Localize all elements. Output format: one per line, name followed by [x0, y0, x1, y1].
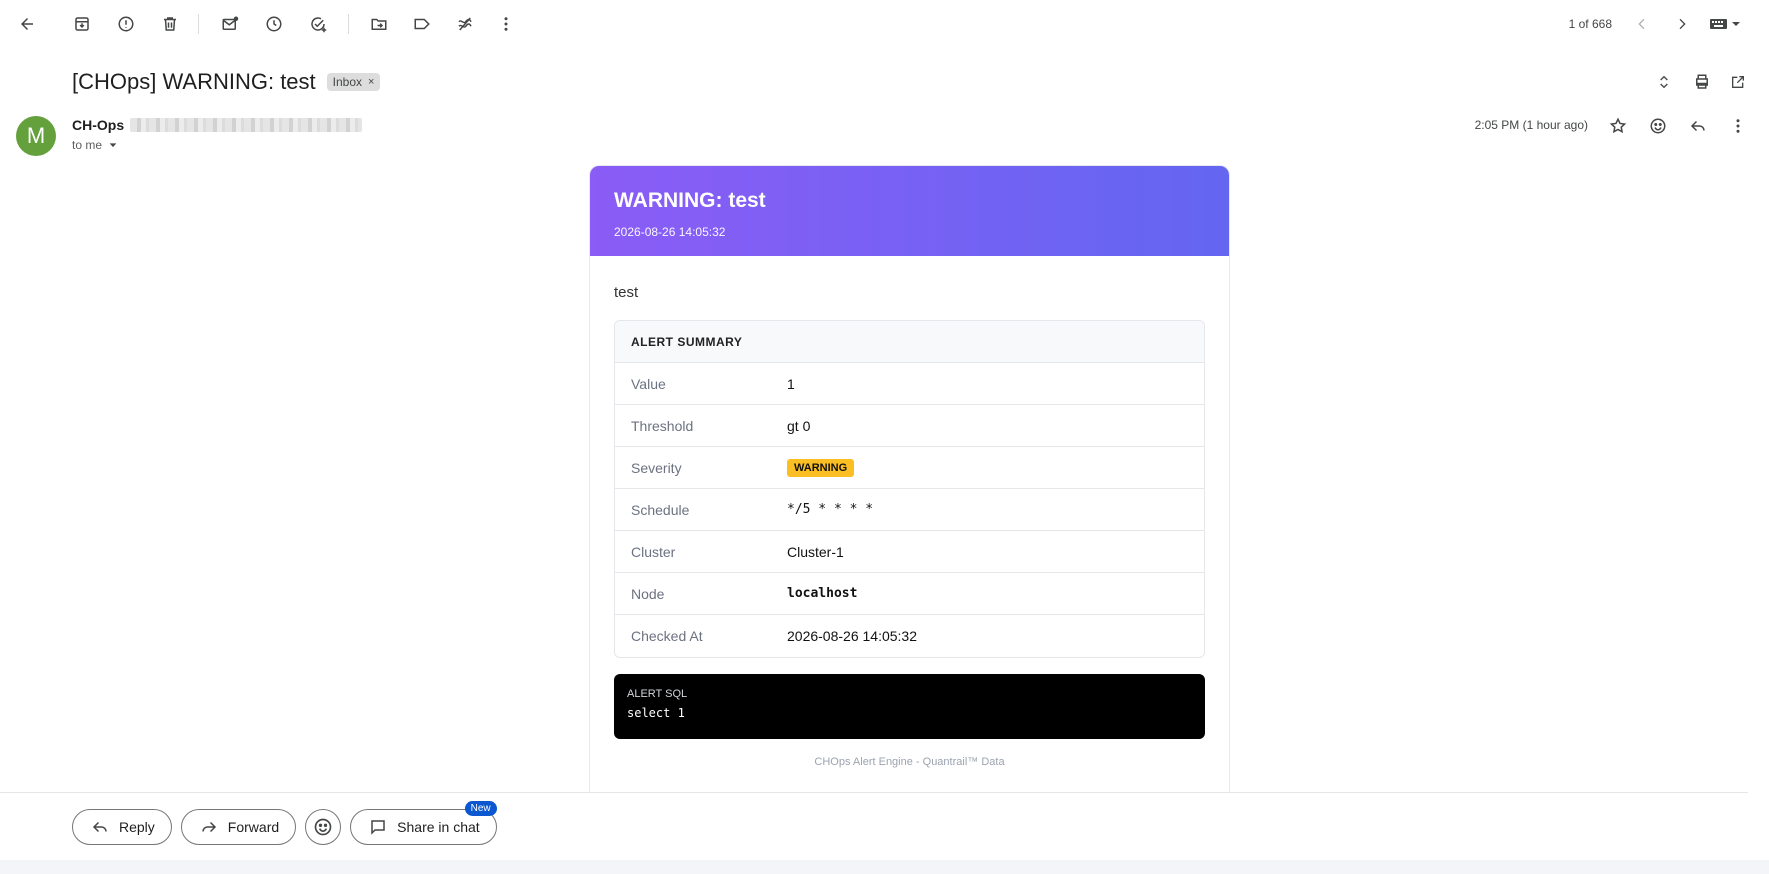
delete-icon[interactable] [158, 12, 182, 36]
alert-header: WARNING: test 2026-08-26 14:05:32 [590, 166, 1229, 256]
open-new-window-icon[interactable] [1726, 70, 1750, 94]
sender-email-redacted [130, 118, 363, 132]
pager-count: 1 of 668 [1568, 17, 1612, 31]
row-key: Threshold [631, 417, 694, 434]
reply-label: Reply [119, 819, 155, 835]
move-to-icon[interactable] [367, 12, 391, 36]
recipient-dropdown[interactable]: to me [72, 138, 118, 152]
label-text: Inbox [332, 75, 363, 89]
star-icon[interactable] [1606, 114, 1630, 138]
filter-icon[interactable] [453, 12, 477, 36]
alert-footer: CHOps Alert Engine - Quantrail™ Data [814, 756, 1005, 768]
summary-row-severity: Severity WARNING [615, 447, 1204, 489]
emoji-icon[interactable] [1646, 114, 1670, 138]
row-key: Cluster [631, 543, 676, 560]
chevron-down-icon[interactable] [108, 140, 118, 150]
alert-description: test [614, 284, 639, 301]
row-value: gt 0 [787, 417, 811, 434]
archive-icon[interactable] [70, 12, 94, 36]
recipient-label: to me [72, 138, 103, 152]
reply-icon[interactable] [1686, 114, 1710, 138]
alert-summary-table: ALERT SUMMARY Value 1 Threshold gt 0 Sev… [614, 320, 1205, 658]
sender-name[interactable]: CH-Ops [72, 117, 124, 133]
row-value: Cluster-1 [787, 543, 844, 560]
snooze-icon[interactable] [262, 12, 286, 36]
report-spam-icon[interactable] [114, 12, 138, 36]
summary-row-checked-at: Checked At 2026-08-26 14:05:32 [615, 615, 1204, 657]
summary-row-cluster: Cluster Cluster-1 [615, 531, 1204, 573]
bottom-strip [0, 860, 1769, 874]
chevron-right-icon[interactable] [1670, 12, 1694, 36]
row-key: Severity [631, 459, 682, 476]
alert-timestamp: 2026-08-26 14:05:32 [614, 225, 726, 239]
forward-icon [200, 818, 218, 836]
subject-row: [CHOps] WARNING: test Inbox × [72, 66, 381, 98]
email-subject: [CHOps] WARNING: test [72, 69, 316, 94]
sql-label: ALERT SQL [627, 688, 688, 700]
summary-row-threshold: Threshold gt 0 [615, 405, 1204, 447]
more-vert-icon[interactable] [494, 12, 518, 36]
reply-icon [91, 818, 109, 836]
new-badge: New [464, 801, 497, 816]
mark-unread-icon[interactable] [218, 12, 242, 36]
back-arrow-icon[interactable] [15, 12, 39, 36]
summary-row-schedule: Schedule */5 * * * * [615, 489, 1204, 531]
label-icon[interactable] [410, 12, 434, 36]
divider [0, 792, 1748, 793]
row-value: 1 [787, 375, 795, 392]
toolbar-divider [348, 14, 349, 34]
add-task-icon[interactable] [306, 12, 330, 36]
sender-info: CH-Ops [72, 117, 363, 133]
share-in-chat-button[interactable]: Share in chat New [350, 801, 497, 845]
expand-collapse-icon[interactable] [1652, 70, 1676, 94]
alert-body: test ALERT SUMMARY Value 1 Threshold gt … [590, 284, 1229, 768]
remove-label-icon[interactable]: × [368, 76, 374, 88]
toolbar: 1 of 668 [0, 0, 1769, 48]
sql-code: select 1 [627, 706, 685, 720]
row-key: Schedule [631, 501, 690, 518]
row-value: 2026-08-26 14:05:32 [787, 628, 917, 644]
chat-icon [369, 818, 387, 836]
row-key: Node [631, 585, 665, 602]
row-value: localhost [787, 586, 858, 601]
summary-row-value: Value 1 [615, 363, 1204, 405]
chevron-left-icon[interactable] [1630, 12, 1654, 36]
avatar[interactable]: M [16, 116, 56, 156]
severity-badge: WARNING [787, 458, 855, 477]
email-time: 2:05 PM (1 hour ago) [1474, 118, 1588, 132]
emoji-icon [313, 817, 333, 837]
alert-sql-block: ALERT SQL select 1 [614, 674, 1205, 739]
row-key: Value [631, 375, 666, 392]
more-vert-icon[interactable] [1726, 114, 1750, 138]
row-key: Checked At [631, 628, 703, 644]
forward-label: Forward [227, 819, 280, 835]
reply-actions: Reply Forward Share in chat New [72, 801, 497, 845]
keyboard-icon[interactable] [1708, 12, 1744, 36]
alert-card: WARNING: test 2026-08-26 14:05:32 test A… [589, 165, 1230, 793]
emoji-react-button[interactable] [305, 809, 342, 845]
summary-title: ALERT SUMMARY [615, 321, 1204, 363]
row-value: */5 * * * * [787, 502, 874, 517]
share-label: Share in chat [397, 819, 480, 835]
inbox-label-chip[interactable]: Inbox × [326, 73, 381, 91]
forward-button[interactable]: Forward [180, 809, 297, 845]
alert-title: WARNING: test [614, 189, 766, 212]
toolbar-divider [198, 14, 199, 34]
summary-row-node: Node localhost [615, 573, 1204, 615]
reply-button[interactable]: Reply [72, 809, 172, 845]
print-icon[interactable] [1690, 70, 1714, 94]
